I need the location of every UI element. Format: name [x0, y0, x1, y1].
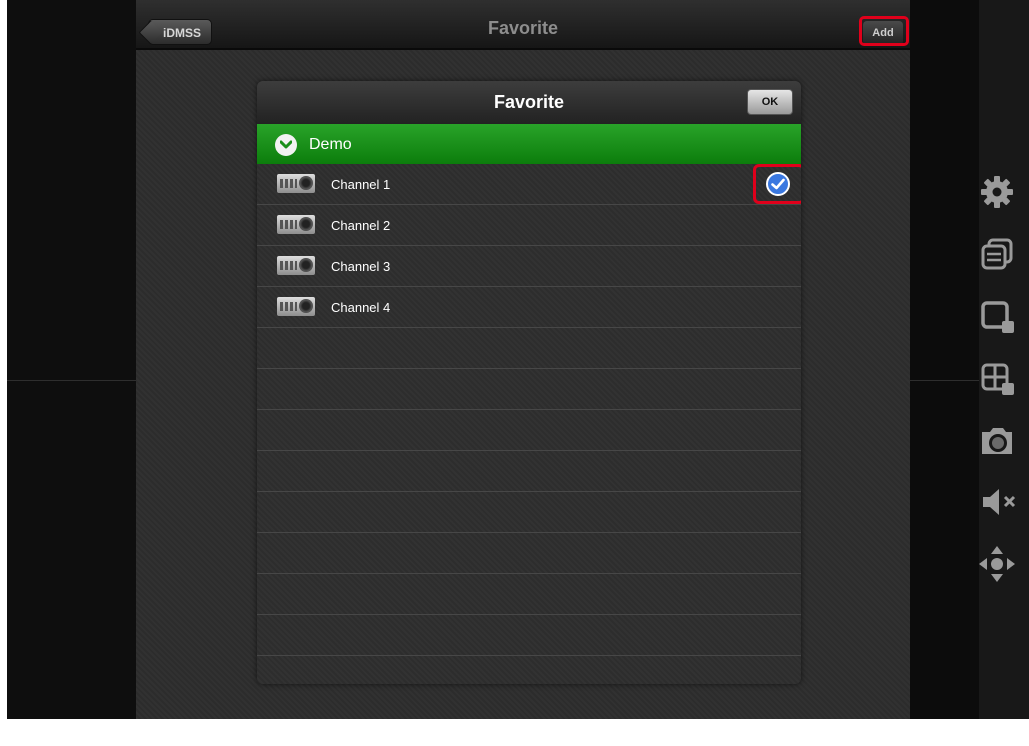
split-layout-icon[interactable]	[975, 356, 1019, 400]
empty-row	[257, 574, 801, 615]
favorite-panel: iDMSS Favorite Add Favorite OK Demo Chan…	[136, 0, 910, 719]
dialog-title: Favorite	[493, 92, 565, 112]
empty-row	[257, 492, 801, 533]
empty-row	[257, 533, 801, 574]
highlight-box	[753, 164, 801, 204]
mute-icon[interactable]	[975, 480, 1019, 524]
ok-button[interactable]: OK	[747, 89, 793, 115]
channel-label: Channel 4	[331, 300, 391, 315]
group-row-demo[interactable]: Demo	[257, 124, 801, 164]
empty-row	[257, 656, 801, 684]
window-switch-icon[interactable]	[975, 232, 1019, 276]
camera-snapshot-icon[interactable]	[975, 418, 1019, 462]
favorite-dialog: Favorite OK Demo Channel 1 Channel 2 Cha…	[257, 81, 801, 684]
channel-label: Channel 3	[331, 259, 391, 274]
left-video-pane	[7, 0, 137, 719]
camera-channel-icon	[277, 256, 315, 275]
channel-row-1[interactable]: Channel 1	[257, 164, 801, 205]
empty-row	[257, 369, 801, 410]
camera-channel-icon	[277, 297, 315, 316]
right-video-pane	[910, 0, 982, 719]
channel-row-2[interactable]: Channel 2	[257, 205, 801, 246]
single-window-icon[interactable]	[975, 294, 1019, 338]
channel-label: Channel 2	[331, 218, 391, 233]
empty-row	[257, 410, 801, 451]
channel-row-4[interactable]: Channel 4	[257, 287, 801, 328]
channel-row-3[interactable]: Channel 3	[257, 246, 801, 287]
group-label: Demo	[309, 136, 352, 153]
nav-bar: iDMSS Favorite Add	[136, 0, 910, 50]
empty-row	[257, 615, 801, 656]
camera-channel-icon	[277, 215, 315, 234]
channel-list: Channel 1 Channel 2 Channel 3 Channel 4	[257, 164, 801, 684]
empty-row	[257, 451, 801, 492]
channel-label: Channel 1	[331, 177, 391, 192]
page-title: Favorite	[487, 18, 559, 38]
gear-icon[interactable]	[975, 170, 1019, 214]
divider	[7, 380, 137, 381]
highlight-box	[859, 16, 909, 46]
divider	[910, 380, 982, 381]
chevron-down-icon[interactable]	[275, 134, 297, 156]
empty-row	[257, 328, 801, 369]
device-screen: iDMSS Favorite Add Favorite OK Demo Chan…	[7, 0, 1029, 719]
camera-channel-icon	[277, 174, 315, 193]
ptz-arrows-icon[interactable]	[975, 542, 1019, 586]
dialog-header: Favorite OK	[257, 81, 801, 125]
